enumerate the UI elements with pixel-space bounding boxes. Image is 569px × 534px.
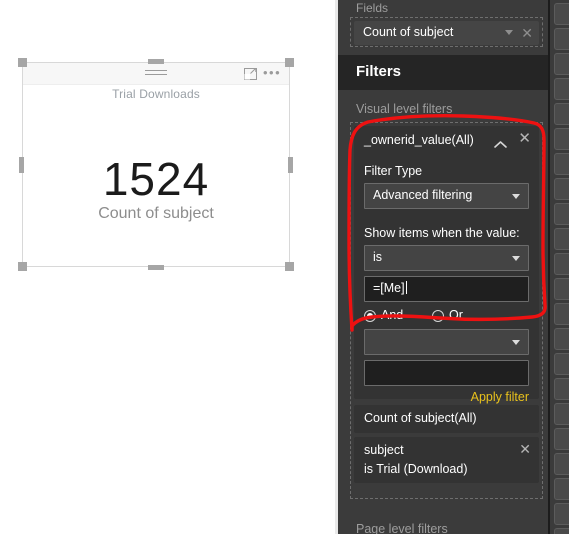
viz-gallery-chip[interactable] [554,78,569,100]
viz-gallery-chip[interactable] [554,103,569,125]
resize-handle-bottom-center[interactable] [148,265,164,270]
radio-or-label: Or [449,308,463,322]
viz-gallery-chip[interactable] [554,328,569,350]
viz-gallery-chip[interactable] [554,353,569,375]
resize-handle-middle-right[interactable] [288,156,293,173]
viz-gallery-chip[interactable] [554,53,569,75]
filter-card-condition: is Trial (Download) [364,462,468,476]
viz-gallery-chip[interactable] [554,503,569,525]
filter-card-subject[interactable]: subject is Trial (Download) ✕ [354,437,539,483]
resize-handle-top-center[interactable] [148,59,164,64]
radio-or-indicator [432,310,444,322]
focus-mode-icon[interactable] [244,68,257,80]
filter-card-title: _ownerid_value(All) [364,133,474,147]
filter-lines-icon[interactable] [145,70,167,78]
chevron-down-icon [512,340,520,345]
text-cursor [405,281,407,294]
fields-label: Fields [356,1,389,15]
viz-gallery-chip[interactable] [554,378,569,400]
report-canvas[interactable]: ••• Trial Downloads 1524 Count of subjec… [0,0,335,534]
viz-gallery-chip[interactable] [554,278,569,300]
card-value: 1524 [102,153,210,205]
close-icon[interactable]: ✕ [519,438,531,460]
fields-dropzone[interactable]: Count of subject ✕ [350,17,543,47]
chevron-down-icon[interactable] [505,30,513,35]
viz-gallery-chip[interactable] [554,303,569,325]
filter-card-title: Count of subject(All) [364,411,477,425]
resize-handle-bottom-right[interactable] [285,262,294,271]
filter-type-label: Filter Type [364,164,423,178]
filter-type-select[interactable]: Advanced filtering [364,183,529,209]
condition-value-input-1[interactable]: =[Me] [364,276,529,302]
more-options-icon[interactable]: ••• [263,66,281,81]
viz-gallery-chip[interactable] [554,228,569,250]
viz-gallery-chip[interactable] [554,428,569,450]
page-level-filters-label: Page level filters [356,522,448,534]
visual-level-filters-label: Visual level filters [356,102,453,116]
viz-gallery-chip[interactable] [554,3,569,25]
condition-value-text-1: =[Me] [373,281,407,295]
filter-card-ownerid[interactable]: _ownerid_value(All) ✕ Filter Type Advanc… [354,126,539,404]
chevron-up-icon[interactable] [494,136,507,148]
filters-header: Filters [338,55,548,90]
visualizations-filters-pane: Fields Count of subject ✕ Filters Visual… [338,0,548,534]
card-visual[interactable]: ••• Trial Downloads 1524 Count of subjec… [22,62,290,267]
resize-handle-top-left[interactable] [18,58,27,67]
close-icon[interactable]: ✕ [518,128,531,150]
visualizations-gallery-strip[interactable] [548,0,569,534]
viz-gallery-chip[interactable] [554,153,569,175]
viz-gallery-chip[interactable] [554,203,569,225]
fields-section: Fields Count of subject ✕ [338,0,548,55]
field-pill-label: Count of subject [363,25,454,39]
condition-value-input-2[interactable] [364,360,529,386]
apply-filter-button[interactable]: Apply filter [471,390,529,404]
condition-operator-value-1: is [373,250,383,264]
viz-gallery-chip[interactable] [554,478,569,500]
viz-gallery-chip[interactable] [554,253,569,275]
viz-gallery-chip[interactable] [554,28,569,50]
filter-card-title: subject [364,443,404,457]
resize-handle-top-right[interactable] [285,58,294,67]
field-pill-count-of-subject[interactable]: Count of subject ✕ [354,21,539,45]
radio-and-label: And [381,308,404,322]
card-value-label: Count of subject [98,205,214,222]
visual-header: ••• [23,63,289,85]
condition-operator-select-2[interactable] [364,329,529,355]
condition-operator-select-1[interactable]: is [364,245,529,271]
filter-card-count-of-subject[interactable]: Count of subject(All) [354,405,539,433]
show-items-label: Show items when the value: [364,226,520,240]
resize-handle-bottom-left[interactable] [18,262,27,271]
resize-handle-middle-left[interactable] [19,156,24,173]
chevron-down-icon [512,256,520,261]
filter-type-value: Advanced filtering [373,188,473,202]
chevron-down-icon [512,194,520,199]
remove-field-icon[interactable]: ✕ [521,23,533,43]
viz-gallery-chip[interactable] [554,178,569,200]
card-visual-selection[interactable]: ••• Trial Downloads 1524 Count of subjec… [18,58,294,271]
filters-title: Filters [356,63,402,80]
visual-level-filters-dropzone[interactable]: _ownerid_value(All) ✕ Filter Type Advanc… [350,122,543,499]
filters-body: Visual level filters _ownerid_value(All)… [338,90,548,534]
viz-gallery-chip[interactable] [554,403,569,425]
viz-gallery-chip[interactable] [554,128,569,150]
viz-gallery-chip[interactable] [554,453,569,475]
viz-gallery-chip[interactable] [554,528,569,534]
visual-title: Trial Downloads [112,87,200,101]
radio-and-indicator [364,310,376,322]
